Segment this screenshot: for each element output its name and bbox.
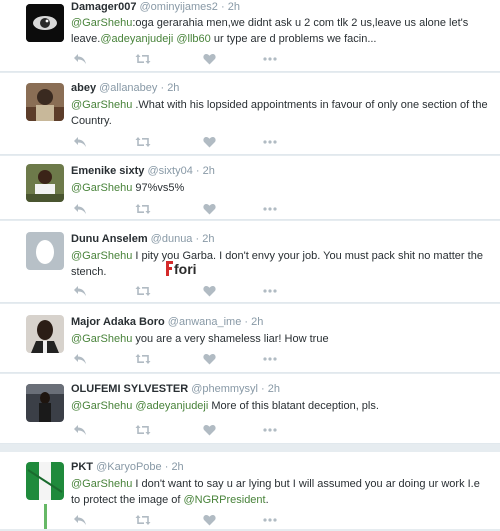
tweet-author-name[interactable]: PKT [71,461,93,473]
heart-icon[interactable] [203,353,219,367]
tweet-time[interactable]: 2h [171,461,183,473]
separator-dot: · [258,383,268,395]
tweet-time[interactable]: 2h [268,383,280,395]
tweet-feed: Damager007 @ominyijames2 · 2h @GarShehu:… [0,0,500,529]
retweet-icon[interactable] [135,514,151,528]
tweet[interactable]: Emenike sixty @sixty04 · 2h @GarShehu 97… [0,156,500,220]
more-icon[interactable] [263,356,279,370]
tweet[interactable]: Major Adaka Boro @anwana_ime · 2h @GarSh… [0,304,500,373]
separator-dot: · [217,1,228,13]
tweet-time[interactable]: 2h [251,316,263,328]
retweet-icon[interactable] [135,353,151,367]
heart-icon[interactable] [203,514,219,528]
tweet[interactable]: PKT @KaryoPobe · 2h @GarShehu I don't wa… [0,452,500,529]
conversation-thread-line [44,504,47,529]
heart-icon[interactable] [203,53,219,67]
tweet-author-name[interactable]: Emenike sixty [71,165,144,177]
tweet[interactable]: OLUFEMI SYLVESTER @phemmysyl · 2h @GarSh… [0,374,500,444]
tweet-author-handle[interactable]: @ominyijames2 [140,1,218,13]
heart-icon[interactable] [203,203,219,217]
retweet-icon[interactable] [135,53,151,67]
tweet-author-handle[interactable]: @allanabey [99,82,157,94]
tweet-author-name[interactable]: Dunu Anselem [71,233,148,245]
tweet-text-segment: 97%vs5% [132,182,185,194]
tweet-text: @GarShehu:oga gerarahia men,we didnt ask… [71,15,488,47]
mention-link[interactable]: @GarShehu [71,17,132,29]
watermark-text: fori [174,261,197,277]
tweet-author-name[interactable]: Major Adaka Boro [71,316,165,328]
retweet-icon[interactable] [135,285,151,299]
heart-icon[interactable] [203,424,219,438]
tweet-text-segment: I pity you Garba. I don't envy your job.… [71,250,483,278]
avatar[interactable] [26,83,64,121]
mention-link[interactable]: @GarShehu [71,400,132,412]
tweet[interactable]: Dunu Anselem @dunua · 2h @GarShehu I pit… [0,221,500,303]
tweet[interactable]: Damager007 @ominyijames2 · 2h @GarShehu:… [0,0,500,72]
fori-watermark-logo: fori [164,258,202,278]
reply-icon[interactable] [73,514,89,528]
avatar[interactable] [26,315,64,353]
reply-icon[interactable] [73,424,89,438]
more-icon[interactable] [263,427,279,441]
more-icon[interactable] [263,288,279,302]
tweet-author-handle[interactable]: @KaryoPobe [96,461,162,473]
reply-icon[interactable] [73,53,89,67]
tweet-text-segment: you are a very shameless liar! How true [132,333,329,345]
mention-link[interactable]: @NGRPresident [184,494,266,506]
separator-dot: · [192,233,203,245]
separator-dot: · [161,461,172,473]
more-icon[interactable] [263,139,279,153]
tweet-author-name[interactable]: Damager007 [71,1,136,13]
mention-link[interactable]: @GarShehu [71,333,132,345]
tweet-text: @GarShehu you are a very shameless liar!… [71,331,488,347]
reply-icon[interactable] [73,353,89,367]
tweet-text-segment: More of this blatant deception, pls. [208,400,379,412]
avatar[interactable] [26,164,64,202]
tweet-author-name[interactable]: OLUFEMI SYLVESTER [71,383,188,395]
reply-icon[interactable] [73,285,89,299]
tweet-author-handle[interactable]: @dunua [151,233,193,245]
mention-link[interactable]: @adeyanjudeji [135,400,208,412]
tweet-text-segment: . [265,494,269,506]
avatar[interactable] [26,384,64,422]
retweet-icon[interactable] [135,136,151,150]
more-icon[interactable] [263,206,279,220]
retweet-icon[interactable] [135,424,151,438]
mention-link[interactable]: @GarShehu [71,478,132,490]
tweet-author-handle[interactable]: @anwana_ime [168,316,242,328]
tweet-text-segment: ur type are d problems we facin... [210,33,377,45]
mention-link[interactable]: @GarShehu [71,182,132,194]
mention-link[interactable]: @GarShehu [71,99,132,111]
heart-icon[interactable] [203,136,219,150]
reply-icon[interactable] [73,203,89,217]
tweet-text: @GarShehu .What with his lopsided appoin… [71,97,488,129]
tweet-time[interactable]: 2h [167,82,179,94]
tweet-author-handle[interactable]: @sixty04 [147,165,192,177]
tweet-time[interactable]: 2h [203,165,215,177]
avatar[interactable] [26,462,64,500]
mention-link[interactable]: @GarShehu [71,250,132,262]
more-icon[interactable] [263,56,279,70]
mention-link[interactable]: @llb60 [176,33,210,45]
separator-dot: · [192,165,203,177]
tweet[interactable]: abey @allanabey · 2h @GarShehu .What wit… [0,73,500,155]
avatar[interactable] [26,4,64,42]
tweet-author-handle[interactable]: @phemmysyl [191,383,258,395]
separator-dot: · [241,316,252,328]
tweet-time[interactable]: 2h [228,1,240,13]
tweet-text: @GarShehu I pity you Garba. I don't envy… [71,248,488,280]
reply-icon[interactable] [73,136,89,150]
tweet-text: @GarShehu 97%vs5% [71,180,488,196]
tweet-text-segment: I don't want to say u ar lying but I wil… [71,478,480,506]
tweet-text: @GarShehu @adeyanjudeji More of this bla… [71,398,488,414]
mention-link[interactable]: @adeyanjudeji [100,33,173,45]
heart-icon[interactable] [203,285,219,299]
tweet-time[interactable]: 2h [202,233,214,245]
avatar[interactable] [26,232,64,270]
tweet-text: @GarShehu I don't want to say u ar lying… [71,476,488,508]
separator-dot: · [157,82,168,94]
tweet-text-segment: .What with his lopsided appointments in … [71,99,488,127]
retweet-icon[interactable] [135,203,151,217]
tweet-author-name[interactable]: abey [71,82,96,94]
